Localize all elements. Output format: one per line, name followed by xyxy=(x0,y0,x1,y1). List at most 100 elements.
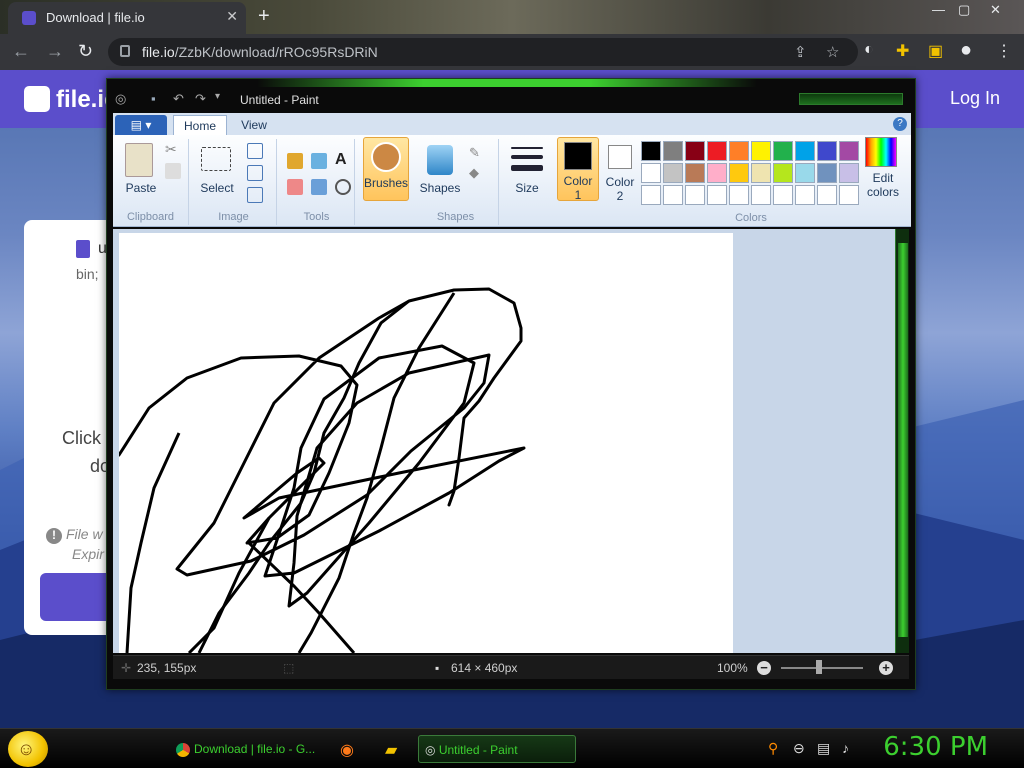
network-icon[interactable]: ▤ xyxy=(817,740,830,757)
copy-icon[interactable] xyxy=(165,163,181,179)
side-panel-icon[interactable]: ▣ xyxy=(928,41,943,61)
reload-icon[interactable]: ↻ xyxy=(78,41,93,62)
palette-swatch[interactable] xyxy=(663,141,683,161)
close-tab-icon[interactable]: ✕ xyxy=(226,8,238,25)
edit-colors-label-b[interactable]: colors xyxy=(861,185,905,199)
size-button[interactable]: Size xyxy=(505,181,549,195)
start-button[interactable]: ☺ xyxy=(8,731,48,767)
address-bar[interactable]: file.io/ZzbK/download/rROc95RsDRiN ⇪ ☆ xyxy=(108,38,858,66)
palette-swatch[interactable] xyxy=(751,185,771,205)
undo-icon[interactable]: ↶ xyxy=(173,91,184,107)
paste-icon[interactable] xyxy=(125,143,153,177)
palette-swatch[interactable] xyxy=(707,185,727,205)
taskbar-item-paint[interactable]: ◎ Untitled - Paint xyxy=(418,735,576,763)
extensions-puzzle-icon[interactable]: ✚ xyxy=(896,41,909,61)
zoom-out-icon[interactable]: − xyxy=(757,661,771,675)
file-io-logo-icon[interactable] xyxy=(24,86,50,112)
color1-button[interactable]: Color 1 xyxy=(557,137,599,202)
lock-icon[interactable] xyxy=(120,45,130,57)
zoom-in-icon[interactable]: + xyxy=(879,661,893,675)
color2-button[interactable]: Color 2 xyxy=(601,139,641,225)
file-menu-button[interactable]: ▤ ▾ xyxy=(115,115,167,135)
magnifier-icon[interactable] xyxy=(335,179,351,195)
tray-minus-icon[interactable]: ⊖ xyxy=(793,740,805,757)
text-tool-icon[interactable]: A xyxy=(335,151,351,168)
save-icon[interactable]: ▪ xyxy=(151,91,156,106)
palette-swatch[interactable] xyxy=(751,163,771,183)
palette-swatch[interactable] xyxy=(817,185,837,205)
tab-home[interactable]: Home xyxy=(173,115,227,135)
quick-access-dropdown-icon[interactable]: ▾ xyxy=(215,91,220,102)
palette-swatch[interactable] xyxy=(795,163,815,183)
cut-icon[interactable]: ✂ xyxy=(165,141,181,157)
select-button[interactable]: Select xyxy=(197,181,237,195)
help-icon[interactable]: ? xyxy=(893,117,907,131)
palette-swatch[interactable] xyxy=(707,163,727,183)
palette-swatch[interactable] xyxy=(751,141,771,161)
color-picker-icon[interactable] xyxy=(311,179,327,195)
crop-icon[interactable] xyxy=(247,143,263,159)
palette-swatch[interactable] xyxy=(663,163,683,183)
back-icon[interactable]: ← xyxy=(12,41,30,62)
login-link[interactable]: Log In xyxy=(950,88,1000,109)
palette-swatch[interactable] xyxy=(685,185,705,205)
palette-swatch[interactable] xyxy=(839,141,859,161)
palette-swatch[interactable] xyxy=(729,185,749,205)
pencil-icon[interactable] xyxy=(287,153,303,169)
maximize-icon[interactable]: ▢ xyxy=(958,2,970,18)
firefox-icon[interactable]: ◉ xyxy=(340,740,354,760)
search-icon[interactable]: ⚲ xyxy=(768,740,778,757)
bookmark-star-icon[interactable]: ☆ xyxy=(826,43,839,61)
rotate-icon[interactable] xyxy=(247,187,263,203)
paste-button[interactable]: Paste xyxy=(121,181,161,195)
minimize-icon[interactable]: — xyxy=(932,2,945,17)
palette-swatch[interactable] xyxy=(663,185,683,205)
tab-view[interactable]: View xyxy=(231,115,277,135)
forward-icon[interactable]: → xyxy=(46,41,64,62)
palette-swatch[interactable] xyxy=(773,163,793,183)
palette-swatch[interactable] xyxy=(817,141,837,161)
select-icon[interactable] xyxy=(201,147,231,171)
palette-swatch[interactable] xyxy=(729,141,749,161)
palette-swatch[interactable] xyxy=(795,141,815,161)
palette-swatch[interactable] xyxy=(685,141,705,161)
drawing-canvas[interactable] xyxy=(117,233,733,653)
file-explorer-icon[interactable]: ▰ xyxy=(385,740,397,760)
volume-icon[interactable]: ♪ xyxy=(842,740,849,756)
fill-icon[interactable]: ◆ xyxy=(469,165,485,181)
palette-swatch[interactable] xyxy=(839,163,859,183)
browser-tab[interactable]: Download | file.io ✕ xyxy=(8,2,246,34)
menu-kebab-icon[interactable]: ⋮ xyxy=(996,41,1012,61)
eraser-icon[interactable] xyxy=(287,179,303,195)
palette-swatch[interactable] xyxy=(707,141,727,161)
close-window-icon[interactable]: ✕ xyxy=(990,2,1001,18)
palette-swatch[interactable] xyxy=(817,163,837,183)
paint-app-icon[interactable]: ◎ xyxy=(115,91,126,107)
palette-swatch[interactable] xyxy=(729,163,749,183)
zoom-slider-thumb[interactable] xyxy=(816,660,822,674)
extension-flag-icon[interactable]: ◐ xyxy=(864,41,874,59)
outline-icon[interactable]: ✎ xyxy=(469,145,485,161)
palette-swatch[interactable] xyxy=(773,185,793,205)
window-controls[interactable] xyxy=(799,93,903,105)
edit-colors-label-a[interactable]: Edit xyxy=(861,171,905,185)
new-tab-button[interactable]: + xyxy=(258,5,270,28)
palette-swatch[interactable] xyxy=(773,141,793,161)
vertical-scrollbar[interactable] xyxy=(895,229,909,653)
palette-swatch[interactable] xyxy=(839,185,859,205)
palette-swatch[interactable] xyxy=(641,185,661,205)
resize-icon[interactable] xyxy=(247,165,263,181)
redo-icon[interactable]: ↷ xyxy=(195,91,206,107)
scrollbar-thumb[interactable] xyxy=(898,243,908,637)
palette-swatch[interactable] xyxy=(641,141,661,161)
palette-swatch[interactable] xyxy=(685,163,705,183)
edit-colors-icon[interactable] xyxy=(865,137,897,167)
palette-swatch[interactable] xyxy=(795,185,815,205)
palette-swatch[interactable] xyxy=(641,163,661,183)
share-icon[interactable]: ⇪ xyxy=(794,43,807,61)
zoom-slider-track[interactable] xyxy=(781,667,863,669)
taskbar-item-chrome[interactable]: Download | file.io - G... xyxy=(172,735,322,763)
profile-avatar-icon[interactable]: ● xyxy=(960,39,972,62)
shapes-icon[interactable] xyxy=(427,145,453,175)
shapes-button[interactable]: Shapes xyxy=(417,181,463,195)
